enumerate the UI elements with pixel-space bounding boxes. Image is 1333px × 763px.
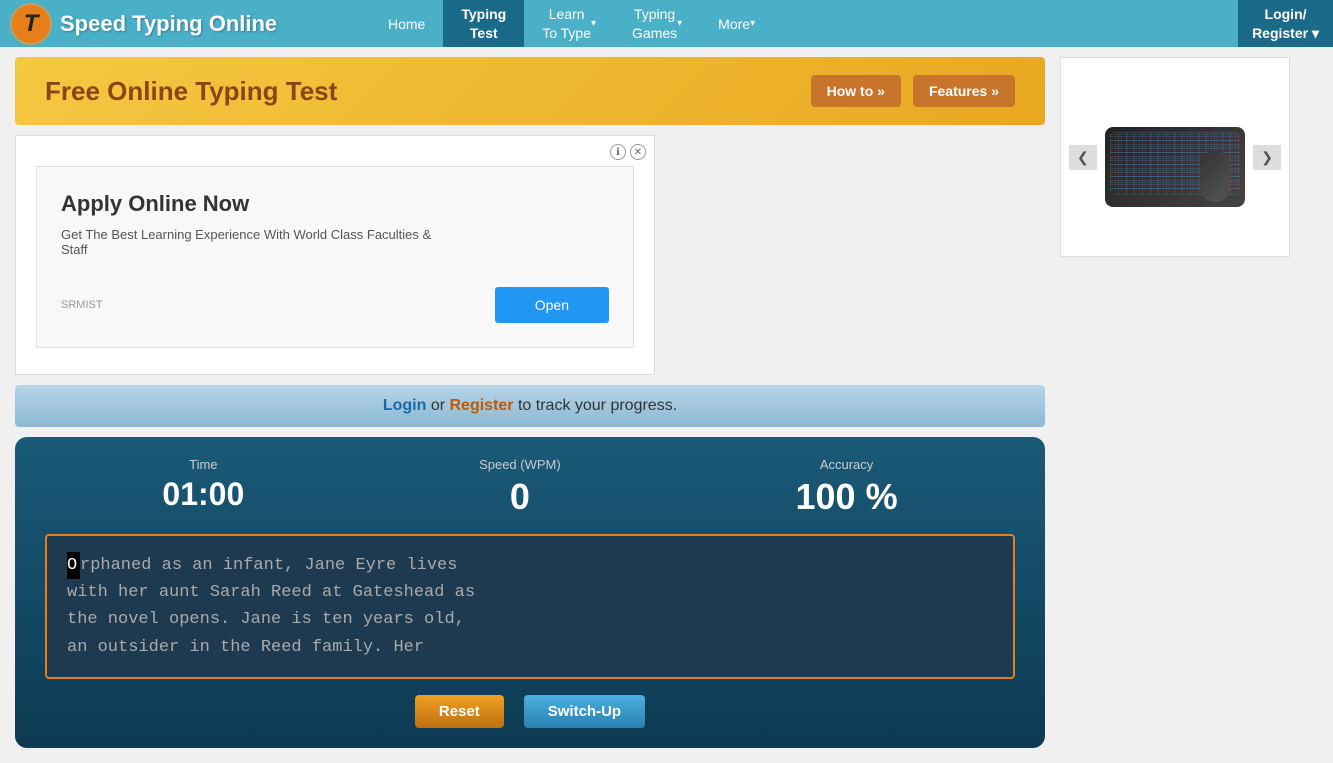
nav-learn-to-type[interactable]: LearnTo Type	[524, 0, 614, 47]
accuracy-value: 100 %	[796, 476, 898, 518]
right-sidebar: ❮ ❯	[1060, 47, 1300, 763]
time-value: 01:00	[162, 476, 244, 513]
login-bar: Login or Register to track your progress…	[15, 385, 1045, 427]
typing-cursor: O	[67, 552, 80, 579]
typing-section: Time 01:00 Speed (WPM) 0 Accuracy 100 % …	[15, 437, 1045, 748]
speed-value: 0	[479, 476, 561, 518]
time-stat: Time 01:00	[162, 457, 244, 518]
sidebar-ad: ❮ ❯	[1060, 57, 1290, 257]
nav-spacer	[773, 0, 1238, 47]
ad-open-button[interactable]: Open	[495, 287, 609, 323]
logo-icon: T	[10, 3, 52, 45]
time-label: Time	[162, 457, 244, 472]
banner-title: Free Online Typing Test	[45, 76, 337, 107]
main-nav: Home TypingTest LearnTo Type TypingGames…	[370, 0, 1333, 47]
speed-label: Speed (WPM)	[479, 457, 561, 472]
header: T Speed Typing Online Home TypingTest Le…	[0, 0, 1333, 47]
ad-box: ℹ ✕ Apply Online Now Get The Best Learni…	[15, 135, 655, 375]
login-link[interactable]: Login	[383, 397, 427, 414]
typing-buttons: Reset Switch-Up	[45, 695, 1015, 728]
banner-buttons: How to » Features »	[811, 75, 1015, 107]
ad-title: Apply Online Now	[61, 191, 609, 217]
ad-controls: ℹ ✕	[610, 144, 646, 160]
sidebar-next-button[interactable]: ❯	[1253, 145, 1281, 170]
login-bar-suffix: to track your progress.	[514, 397, 678, 414]
typing-box[interactable]: Orphaned as an infant, Jane Eyre lives w…	[45, 534, 1015, 679]
accuracy-label: Accuracy	[796, 457, 898, 472]
ad-close-button[interactable]: ✕	[630, 144, 646, 160]
ad-section: ℹ ✕ Apply Online Now Get The Best Learni…	[15, 135, 1045, 375]
speed-stat: Speed (WPM) 0	[479, 457, 561, 518]
nav-home[interactable]: Home	[370, 0, 443, 47]
main-wrapper: Free Online Typing Test How to » Feature…	[0, 47, 1333, 763]
or-text: or	[426, 397, 449, 414]
ad-source: SRMIST	[61, 299, 103, 311]
ad-footer: SRMIST Open	[61, 287, 609, 323]
nav-typing-games[interactable]: TypingGames	[614, 0, 700, 47]
mouse-image	[1200, 152, 1230, 202]
nav-typing-test[interactable]: TypingTest	[443, 0, 524, 47]
ad-info-button[interactable]: ℹ	[610, 144, 626, 160]
keyboard-image	[1105, 127, 1245, 207]
accuracy-stat: Accuracy 100 %	[796, 457, 898, 518]
logo-area: T Speed Typing Online	[0, 3, 370, 45]
typing-stats: Time 01:00 Speed (WPM) 0 Accuracy 100 %	[45, 457, 1015, 518]
register-link[interactable]: Register	[450, 397, 514, 414]
logo-text: Speed Typing Online	[60, 11, 277, 37]
left-content: Free Online Typing Test How to » Feature…	[0, 47, 1060, 763]
reset-button[interactable]: Reset	[415, 695, 504, 728]
features-button[interactable]: Features »	[913, 75, 1015, 107]
nav-login-register[interactable]: Login/Register ▾	[1238, 0, 1333, 47]
switch-up-button[interactable]: Switch-Up	[524, 695, 645, 728]
nav-more[interactable]: More	[700, 0, 773, 47]
sidebar-prev-button[interactable]: ❮	[1069, 145, 1097, 170]
how-to-button[interactable]: How to »	[811, 75, 901, 107]
ad-inner: Apply Online Now Get The Best Learning E…	[36, 166, 634, 348]
ad-description: Get The Best Learning Experience With Wo…	[61, 227, 609, 257]
typing-banner: Free Online Typing Test How to » Feature…	[15, 57, 1045, 125]
logo-letter: T	[24, 10, 39, 38]
